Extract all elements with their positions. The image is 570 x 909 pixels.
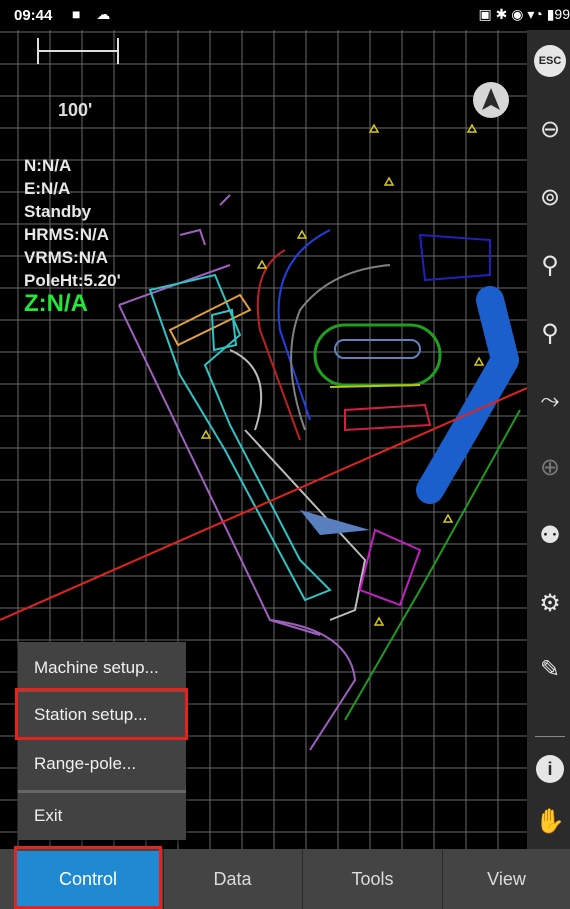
status-bar: 09:44 ■ ☁ ▣ ✱ ◉ ▾◔ ▮99 [0,0,570,30]
measure-icon: ⚙ [539,589,561,617]
battery-level: 99 [554,6,570,22]
pan-hand-icon: ✋ [535,807,565,835]
esc-icon: ESC [534,45,566,77]
easting-readout: E:N/A [24,179,71,198]
route-icon: ⤳ [540,387,560,414]
vrms-readout: VRMS:N/A [24,248,109,267]
walk-button[interactable]: ⚉ [531,516,569,554]
hrms-readout: HRMS:N/A [24,225,109,244]
tab-tools[interactable]: Tools [302,849,442,909]
state-readout: Standby [24,202,92,221]
zoom-extents-button[interactable]: ⊖ [531,110,569,148]
pole-height-readout: PoleHt:5.20' [24,271,121,290]
stake-alignment-button[interactable]: ⚲ [531,314,569,352]
zoom-extents-icon: ⊖ [539,115,561,143]
elevation-readout: Z:N/A [24,290,88,317]
station-line [0,387,527,621]
route-button[interactable]: ⤳ [531,382,569,420]
info-button[interactable]: i [531,750,569,788]
edit-button[interactable]: ✎ [531,650,569,688]
notification-icons: ■ ☁ [72,6,117,22]
toolbar-divider [535,736,565,737]
control-menu: Machine setup... Station setup... Range-… [18,642,186,840]
north-arrow-icon [482,88,500,110]
layer-icon: ⊕ [539,453,561,481]
pan-button[interactable]: ✋ [531,802,569,840]
compass-button[interactable] [473,82,509,118]
right-toolbar: ESC ⊖ ⊚ ⚲ ⚲ ⤳ ⊕ ⚉ ⚙ ✎ i ✋ [527,30,570,849]
tab-data[interactable]: Data [163,849,301,909]
stake-point-button[interactable]: ⚲ [531,246,569,284]
menu-divider [18,790,186,793]
measure-button[interactable]: ⚙ [531,584,569,622]
tab-view[interactable]: View [442,849,570,909]
control-tab-highlight [14,846,162,909]
station-setup-highlight [15,688,188,740]
zoom-window-icon: ⊚ [539,183,561,211]
menu-item-range-pole[interactable]: Range-pole... [18,742,186,786]
stake-point-icon: ⚲ [541,251,559,279]
menu-item-exit[interactable]: Exit [18,794,186,838]
walk-icon: ⚉ [539,521,561,549]
layer-button[interactable]: ⊕ [531,448,569,486]
point-markers [200,123,485,626]
system-icons: ▣ ✱ ◉ ▾◔ ▮99 [478,6,570,22]
menu-item-machine-setup[interactable]: Machine setup... [18,646,186,690]
clock: 09:44 [14,7,53,24]
northing-readout: N:N/A [24,156,72,175]
zoom-window-button[interactable]: ⊚ [531,178,569,216]
stake-alignment-icon: ⚲ [541,319,559,347]
scale-label: 100' [58,100,93,120]
edit-icon: ✎ [539,655,561,683]
esc-button[interactable]: ESC [531,42,569,80]
info-icon: i [536,755,564,783]
